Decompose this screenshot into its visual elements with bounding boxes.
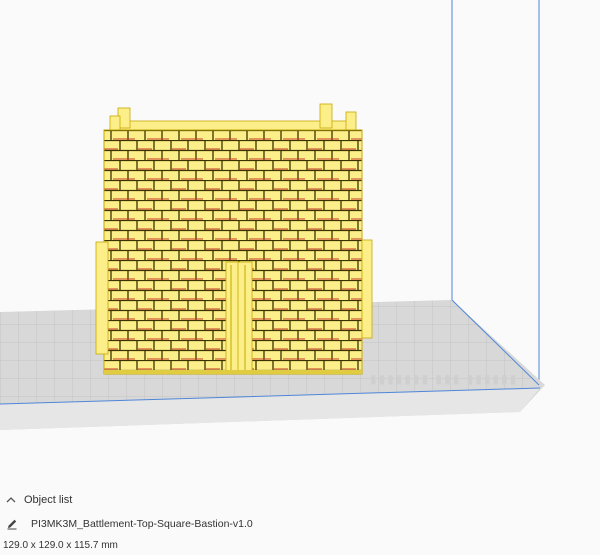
3d-viewport[interactable]: ▮▮▮▮▮▮▮ ▮▮▮ ▮▮▮▮▮▮ <box>0 0 600 480</box>
pencil-icon[interactable] <box>4 516 20 532</box>
svg-text:▮▮▮▮▮▮▮ ▮▮▮ ▮▮▮▮▮▮: ▮▮▮▮▮▮▮ ▮▮▮ ▮▮▮▮▮▮ <box>370 372 518 386</box>
scene: ▮▮▮▮▮▮▮ ▮▮▮ ▮▮▮▮▮▮ <box>0 0 545 430</box>
object-list-title: Object list <box>24 494 73 506</box>
model-battlement-bastion[interactable] <box>95 103 373 375</box>
object-dimensions: 129.0 x 129.0 x 115.7 mm <box>3 540 118 551</box>
chevron-up-icon[interactable] <box>0 492 22 508</box>
object-name-row[interactable]: PI3MK3M_Battlement-Top-Square-Bastion-v1… <box>0 516 253 532</box>
object-list-header[interactable]: Object list <box>0 492 72 508</box>
object-name: PI3MK3M_Battlement-Top-Square-Bastion-v1… <box>31 518 253 530</box>
object-list-panel: Object list PI3MK3M_Battlement-Top-Squar… <box>0 480 600 555</box>
